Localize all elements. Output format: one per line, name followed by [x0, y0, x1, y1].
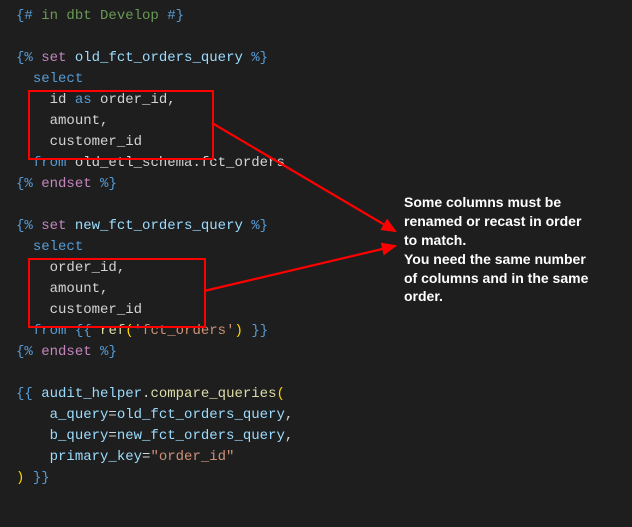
ref-arg: 'fct_orders'	[134, 323, 235, 339]
pk-value: "order_id"	[150, 449, 234, 465]
jinja-expr-open: {{	[75, 323, 92, 339]
annotation-text: Some columns must be renamed or recast i…	[404, 193, 614, 306]
annotation-line: of columns and in the same	[404, 269, 614, 288]
code-line: select	[16, 69, 632, 90]
annotation-line: order.	[404, 287, 614, 306]
col-customer-id: customer_id	[50, 134, 142, 150]
jinja-expr-close: }}	[251, 323, 268, 339]
comma: ,	[285, 407, 293, 423]
var-new: new_fct_orders_query	[75, 218, 243, 234]
code-line: a_query=old_fct_orders_query,	[16, 405, 632, 426]
code-line: {# in dbt Develop #}	[16, 6, 632, 27]
compare-queries: compare_queries	[150, 386, 276, 402]
code-line-blank	[16, 363, 632, 384]
set-keyword: set	[41, 218, 66, 234]
select-keyword: select	[33, 239, 83, 255]
ref-func: ref	[100, 323, 125, 339]
comma: ,	[100, 113, 108, 129]
jinja-stmt-open: {%	[16, 176, 33, 192]
col-order-id: order_id	[100, 92, 167, 108]
jinja-expr-open: {{	[16, 386, 33, 402]
jinja-comment-close: #}	[167, 8, 184, 24]
set-keyword: set	[41, 50, 66, 66]
val-new: new_fct_orders_query	[117, 428, 285, 444]
var-old: old_fct_orders_query	[75, 50, 243, 66]
annotation-line: to match.	[404, 231, 614, 250]
eq: =	[108, 407, 116, 423]
endset-keyword: endset	[41, 344, 91, 360]
audit-helper: audit_helper	[41, 386, 142, 402]
val-old: old_fct_orders_query	[117, 407, 285, 423]
code-line: {% endset %}	[16, 342, 632, 363]
param-primary-key: primary_key	[50, 449, 142, 465]
old-table: old_etl_schema.fct_orders	[75, 155, 285, 171]
code-line: {{ audit_helper.compare_queries(	[16, 384, 632, 405]
lparen: (	[276, 386, 284, 402]
from-keyword: from	[33, 155, 67, 171]
param-a-query: a_query	[50, 407, 109, 423]
select-keyword: select	[33, 71, 83, 87]
jinja-stmt-close: %}	[251, 50, 268, 66]
comma: ,	[167, 92, 175, 108]
comma: ,	[285, 428, 293, 444]
code-line: customer_id	[16, 132, 632, 153]
code-line: primary_key="order_id"	[16, 447, 632, 468]
as-keyword: as	[75, 92, 92, 108]
jinja-stmt-open: {%	[16, 344, 33, 360]
code-line: id as order_id,	[16, 90, 632, 111]
col-amount: amount	[50, 281, 100, 297]
comma: ,	[100, 281, 108, 297]
comma: ,	[117, 260, 125, 276]
code-line: {% endset %}	[16, 174, 632, 195]
annotation-line: Some columns must be	[404, 193, 614, 212]
col-id: id	[50, 92, 67, 108]
rparen: )	[235, 323, 243, 339]
lparen: (	[125, 323, 133, 339]
comment-text: in dbt Develop	[33, 8, 167, 24]
jinja-stmt-close: %}	[100, 344, 117, 360]
eq: =	[108, 428, 116, 444]
code-line: ) }}	[16, 468, 632, 489]
endset-keyword: endset	[41, 176, 91, 192]
annotation-line: renamed or recast in order	[404, 212, 614, 231]
code-line: amount,	[16, 111, 632, 132]
rparen: )	[16, 470, 24, 486]
param-b-query: b_query	[50, 428, 109, 444]
from-keyword: from	[33, 323, 67, 339]
code-line: from {{ ref('fct_orders') }}	[16, 321, 632, 342]
jinja-stmt-open: {%	[16, 218, 33, 234]
jinja-comment-open: {#	[16, 8, 33, 24]
col-customer-id: customer_id	[50, 302, 142, 318]
col-order-id: order_id	[50, 260, 117, 276]
jinja-expr-close: }}	[33, 470, 50, 486]
jinja-stmt-open: {%	[16, 50, 33, 66]
code-line: from old_etl_schema.fct_orders	[16, 153, 632, 174]
jinja-stmt-close: %}	[100, 176, 117, 192]
annotation-line: You need the same number	[404, 250, 614, 269]
code-line-blank	[16, 27, 632, 48]
code-line: b_query=new_fct_orders_query,	[16, 426, 632, 447]
code-line: {% set old_fct_orders_query %}	[16, 48, 632, 69]
jinja-stmt-close: %}	[251, 218, 268, 234]
col-amount: amount	[50, 113, 100, 129]
